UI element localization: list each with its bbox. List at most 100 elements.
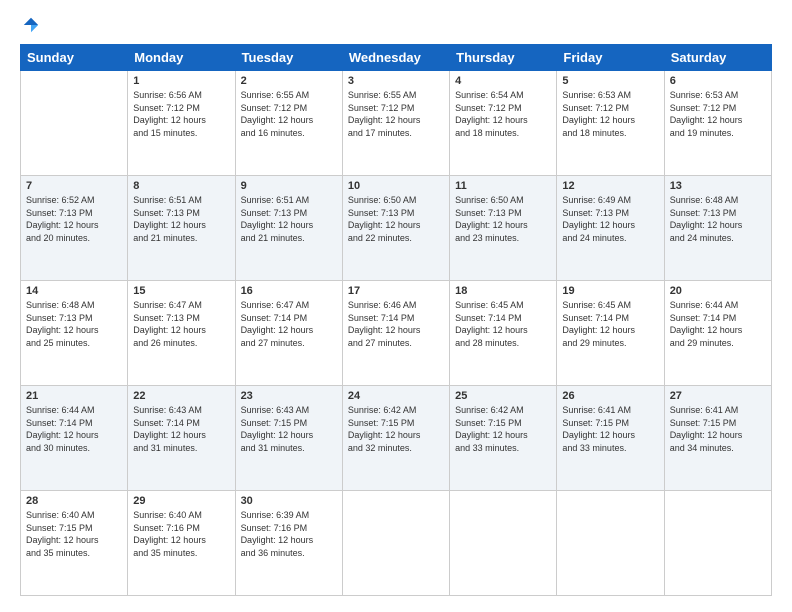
day-info: Sunrise: 6:47 AMSunset: 7:14 PMDaylight:… (241, 299, 337, 349)
calendar-cell: 9Sunrise: 6:51 AMSunset: 7:13 PMDaylight… (235, 176, 342, 281)
sunset-label: Sunset: 7:15 PM (348, 418, 415, 428)
sunset-label: Sunset: 7:15 PM (670, 418, 737, 428)
daylight-label: Daylight: 12 hoursand 23 minutes. (455, 220, 528, 243)
logo-text (20, 16, 40, 34)
daylight-label: Daylight: 12 hoursand 19 minutes. (670, 115, 743, 138)
calendar-cell: 23Sunrise: 6:43 AMSunset: 7:15 PMDayligh… (235, 386, 342, 491)
sunrise-label: Sunrise: 6:47 AM (133, 300, 202, 310)
day-number: 7 (26, 180, 122, 192)
sunset-label: Sunset: 7:12 PM (133, 103, 200, 113)
sunset-label: Sunset: 7:14 PM (241, 313, 308, 323)
sunrise-label: Sunrise: 6:39 AM (241, 510, 310, 520)
day-info: Sunrise: 6:40 AMSunset: 7:16 PMDaylight:… (133, 509, 229, 559)
calendar-cell: 8Sunrise: 6:51 AMSunset: 7:13 PMDaylight… (128, 176, 235, 281)
day-number: 28 (26, 495, 122, 507)
calendar-cell: 26Sunrise: 6:41 AMSunset: 7:15 PMDayligh… (557, 386, 664, 491)
calendar-cell: 20Sunrise: 6:44 AMSunset: 7:14 PMDayligh… (664, 281, 771, 386)
column-header-wednesday: Wednesday (342, 45, 449, 71)
daylight-label: Daylight: 12 hoursand 17 minutes. (348, 115, 421, 138)
sunrise-label: Sunrise: 6:51 AM (241, 195, 310, 205)
day-info: Sunrise: 6:41 AMSunset: 7:15 PMDaylight:… (562, 404, 658, 454)
sunset-label: Sunset: 7:13 PM (26, 208, 93, 218)
day-info: Sunrise: 6:51 AMSunset: 7:13 PMDaylight:… (133, 194, 229, 244)
day-number: 22 (133, 390, 229, 402)
day-number: 18 (455, 285, 551, 297)
sunrise-label: Sunrise: 6:56 AM (133, 90, 202, 100)
calendar-cell (450, 491, 557, 596)
daylight-label: Daylight: 12 hoursand 24 minutes. (562, 220, 635, 243)
daylight-label: Daylight: 12 hoursand 29 minutes. (670, 325, 743, 348)
day-info: Sunrise: 6:50 AMSunset: 7:13 PMDaylight:… (348, 194, 444, 244)
daylight-label: Daylight: 12 hoursand 15 minutes. (133, 115, 206, 138)
daylight-label: Daylight: 12 hoursand 20 minutes. (26, 220, 99, 243)
sunset-label: Sunset: 7:12 PM (241, 103, 308, 113)
column-header-monday: Monday (128, 45, 235, 71)
sunset-label: Sunset: 7:13 PM (133, 208, 200, 218)
calendar-week-row: 14Sunrise: 6:48 AMSunset: 7:13 PMDayligh… (21, 281, 772, 386)
calendar-cell (557, 491, 664, 596)
calendar-cell: 6Sunrise: 6:53 AMSunset: 7:12 PMDaylight… (664, 71, 771, 176)
sunset-label: Sunset: 7:13 PM (133, 313, 200, 323)
day-number: 15 (133, 285, 229, 297)
day-info: Sunrise: 6:41 AMSunset: 7:15 PMDaylight:… (670, 404, 766, 454)
daylight-label: Daylight: 12 hoursand 28 minutes. (455, 325, 528, 348)
calendar-week-row: 28 Sunrise: 6:40 AMSunset: 7:15 PMDayligh… (21, 491, 772, 596)
sunset-label: Sunset: 7:12 PM (348, 103, 415, 113)
sunrise-label: Sunrise: 6:43 AM (241, 405, 310, 415)
sunrise-label: Sunrise: 6:44 AM (26, 405, 95, 415)
calendar-cell: 11Sunrise: 6:50 AMSunset: 7:13 PMDayligh… (450, 176, 557, 281)
sunset-label: Sunset: 7:13 PM (26, 313, 93, 323)
day-number: 9 (241, 180, 337, 192)
day-info: Sunrise: 6:45 AM Sunset: 7:14 PM Daylight:… (562, 299, 658, 349)
sunrise-label: Sunrise: 6:50 AM (348, 195, 417, 205)
sunrise-label: Sunrise: 6:45 AM (562, 300, 631, 310)
sunset-label: Sunset: 7:14 PM (455, 313, 522, 323)
page: SundayMondayTuesdayWednesdayThursdayFrid… (0, 0, 792, 612)
calendar-cell: 14Sunrise: 6:48 AMSunset: 7:13 PMDayligh… (21, 281, 128, 386)
day-info: Sunrise: 6:55 AMSunset: 7:12 PMDaylight:… (241, 89, 337, 139)
daylight-label: Daylight: 12 hoursand 34 minutes. (670, 430, 743, 453)
daylight-label: Daylight: 12 hoursand 21 minutes. (241, 220, 314, 243)
daylight-label: Daylight: 12 hoursand 33 minutes. (562, 430, 635, 453)
calendar-cell: 15Sunrise: 6:47 AMSunset: 7:13 PMDayligh… (128, 281, 235, 386)
sunrise-label: Sunrise: 6:42 AM (455, 405, 524, 415)
calendar-cell: 5Sunrise: 6:53 AMSunset: 7:12 PMDaylight… (557, 71, 664, 176)
calendar-cell (342, 491, 449, 596)
calendar-cell (664, 491, 771, 596)
column-header-saturday: Saturday (664, 45, 771, 71)
day-number: 20 (670, 285, 766, 297)
daylight-label: Daylight: 12 hoursand 25 minutes. (26, 325, 99, 348)
day-number: 19 (562, 285, 658, 297)
sunset-label: Sunset: 7:13 PM (455, 208, 522, 218)
calendar-cell: 13Sunrise: 6:48 AMSunset: 7:13 PMDayligh… (664, 176, 771, 281)
calendar-week-row: 21Sunrise: 6:44 AMSunset: 7:14 PMDayligh… (21, 386, 772, 491)
daylight-label: Daylight: 12 hoursand 33 minutes. (455, 430, 528, 453)
day-number: 23 (241, 390, 337, 402)
day-number: 1 (133, 75, 229, 87)
calendar-cell: 18Sunrise: 6:45 AMSunset: 7:14 PMDayligh… (450, 281, 557, 386)
calendar-cell (21, 71, 128, 176)
sunrise-label: Sunrise: 6:53 AM (562, 90, 631, 100)
sunset-label: Sunset: 7:14 PM (562, 313, 629, 323)
sunrise-label: Sunrise: 6:40 AM (133, 510, 202, 520)
day-info: Sunrise: 6:43 AMSunset: 7:14 PMDaylight:… (133, 404, 229, 454)
sunset-label: Sunset: 7:16 PM (241, 523, 308, 533)
sunset-label: Sunset: 7:13 PM (562, 208, 629, 218)
daylight-label: Daylight: 12 hoursand 31 minutes. (241, 430, 314, 453)
daylight-label: Daylight: 12 hoursand 29 minutes. (562, 325, 635, 348)
sunset-label: Sunset: 7:15 PM (562, 418, 629, 428)
day-number: 11 (455, 180, 551, 192)
day-info: Sunrise: 6:46 AMSunset: 7:14 PMDaylight:… (348, 299, 444, 349)
column-header-thursday: Thursday (450, 45, 557, 71)
day-info: Sunrise: 6:53 AMSunset: 7:12 PMDaylight:… (562, 89, 658, 139)
day-number: 10 (348, 180, 444, 192)
day-number: 4 (455, 75, 551, 87)
daylight-label: Daylight: 12 hoursand 31 minutes. (133, 430, 206, 453)
day-info: Sunrise: 6:40 AMSunset: 7:15 PMDaylight:… (26, 509, 122, 559)
sunrise-label: Sunrise: 6:51 AM (133, 195, 202, 205)
daylight-label: Daylight: 12 hoursand 32 minutes. (348, 430, 421, 453)
calendar-cell: 21Sunrise: 6:44 AMSunset: 7:14 PMDayligh… (21, 386, 128, 491)
sunrise-label: Sunrise: 6:53 AM (670, 90, 739, 100)
daylight-label: Daylight: 12 hoursand 36 minutes. (241, 535, 314, 558)
calendar-cell: 2Sunrise: 6:55 AMSunset: 7:12 PMDaylight… (235, 71, 342, 176)
